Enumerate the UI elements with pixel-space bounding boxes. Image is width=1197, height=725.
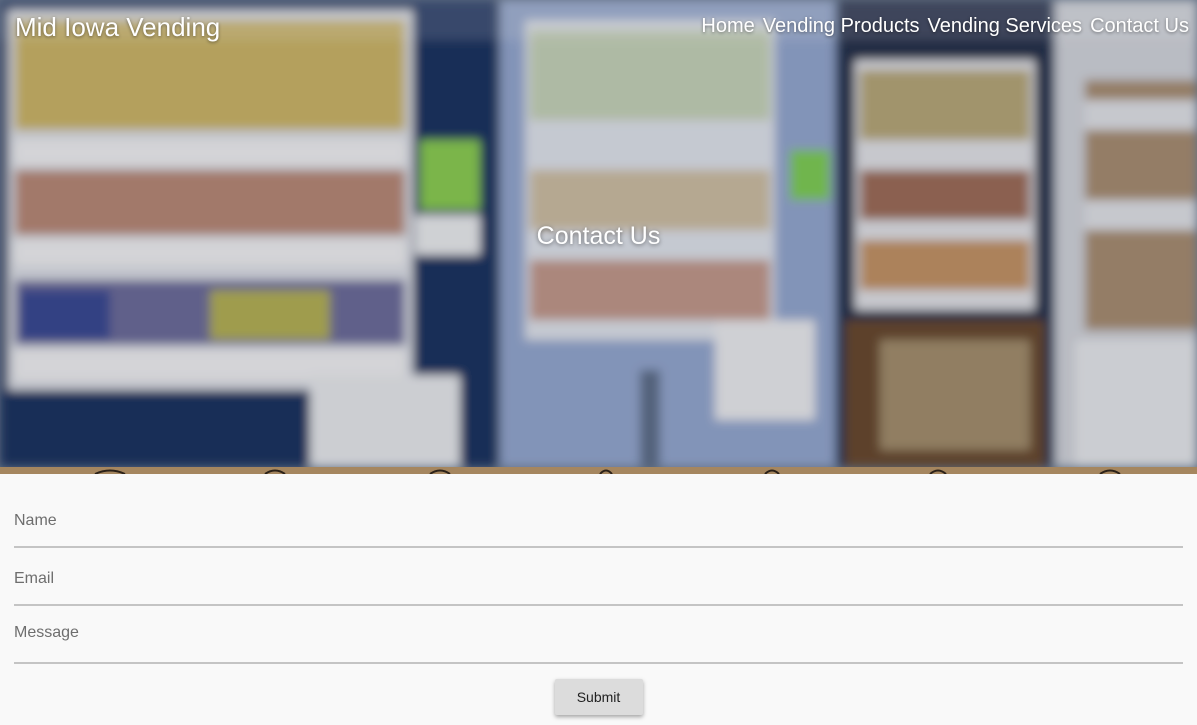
brand-logo-text[interactable]: Mid Iowa Vending [15, 12, 220, 42]
nav-item-vending-products[interactable]: Vending Products [763, 14, 920, 38]
message-input[interactable] [14, 624, 1183, 664]
email-input[interactable] [14, 566, 1183, 606]
top-navigation-bar: Mid Iowa Vending Home Vending Products V… [0, 0, 1197, 54]
nav-item-contact-us[interactable]: Contact Us [1090, 14, 1189, 38]
message-field-wrapper [14, 606, 1183, 664]
hero-banner: Mid Iowa Vending Home Vending Products V… [0, 0, 1197, 467]
email-field-wrapper [14, 548, 1183, 606]
name-field-wrapper [14, 474, 1183, 548]
contact-form: Submit [14, 474, 1183, 715]
wood-texture-divider [0, 467, 1197, 474]
submit-button[interactable]: Submit [554, 679, 643, 715]
page-title: Contact Us [536, 222, 661, 250]
main-nav: Home Vending Products Vending Services C… [701, 14, 1189, 38]
nav-item-vending-services[interactable]: Vending Services [928, 14, 1083, 38]
submit-row: Submit [14, 679, 1183, 715]
nav-item-home[interactable]: Home [701, 14, 754, 38]
name-input[interactable] [14, 508, 1183, 548]
